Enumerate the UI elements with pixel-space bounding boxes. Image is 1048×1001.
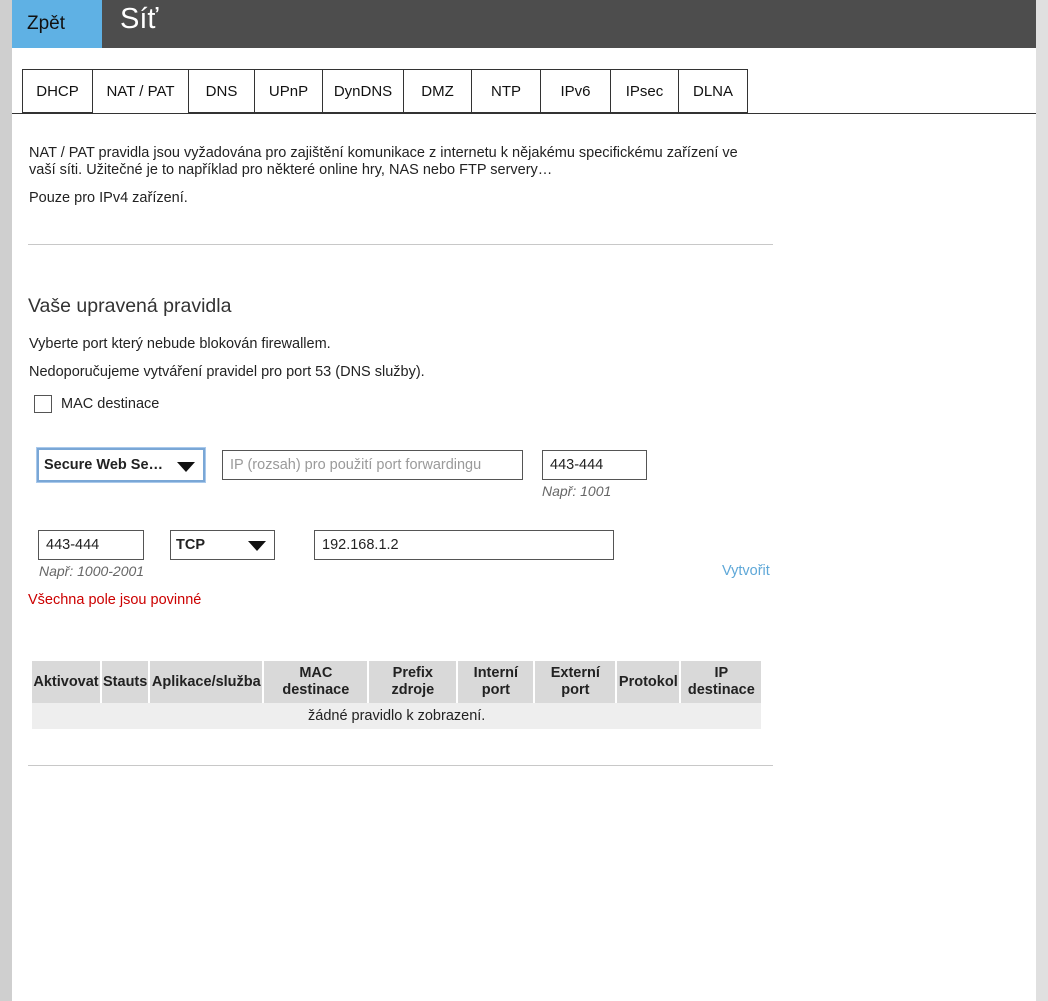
section-title: Vaše upravená pravidla: [28, 295, 232, 317]
tab-dmz[interactable]: DMZ: [403, 69, 471, 113]
tab-nat-pat[interactable]: NAT / PAT: [92, 69, 188, 114]
window-edge: [1036, 0, 1048, 1001]
table-row: žádné pravidlo k zobrazení.: [32, 703, 762, 729]
chevron-down-icon: [177, 462, 195, 472]
divider: [28, 244, 773, 245]
application-select-value: Secure Web Se…: [44, 457, 164, 473]
top-bar: Zpět Síť: [12, 0, 1036, 48]
mac-destination-label: MAC destinace: [61, 396, 160, 412]
column-header: MAC destinace: [264, 661, 368, 703]
protocol-select[interactable]: TCP: [170, 530, 275, 560]
internal-port-hint: Např: 1000-2001: [39, 563, 145, 579]
column-header: Externí port: [535, 661, 616, 703]
chevron-down-icon: [248, 541, 266, 551]
create-rule-link[interactable]: Vytvořit: [722, 563, 770, 579]
column-header: Aplikace/služba: [150, 661, 263, 703]
tab-ipv6[interactable]: IPv6: [540, 69, 610, 113]
tab-underline: [12, 113, 1036, 114]
external-port-input[interactable]: [542, 450, 647, 480]
required-fields-note: Všechna pole jsou povinné: [28, 592, 202, 608]
intro-text-2: vaší síti. Užitečné je to například pro …: [29, 162, 553, 178]
intro-text-1: NAT / PAT pravidla jsou vyžadována pro z…: [29, 145, 738, 161]
column-header: Interní port: [458, 661, 534, 703]
tab-upnp[interactable]: UPnP: [254, 69, 322, 113]
tab-dlna[interactable]: DLNA: [678, 69, 748, 113]
application-select[interactable]: Secure Web Se…: [37, 448, 205, 482]
external-port-hint: Např: 1001: [542, 483, 612, 499]
ip-range-input[interactable]: [222, 450, 523, 480]
mac-destination-checkbox[interactable]: [34, 395, 52, 413]
section-desc-1: Vyberte port který nebude blokován firew…: [29, 336, 331, 352]
section-desc-2: Nedoporučujeme vytváření pravidel pro po…: [29, 364, 425, 380]
column-header: Stauts: [102, 661, 149, 703]
tab-dyndns[interactable]: DynDNS: [322, 69, 403, 113]
empty-table-message: žádné pravidlo k zobrazení.: [32, 703, 762, 729]
internal-port-input[interactable]: [38, 530, 144, 560]
tab-bar: DHCP NAT / PAT DNS UPnP DynDNS DMZ NTP I…: [22, 69, 748, 114]
ip-destination-input[interactable]: [314, 530, 614, 560]
page-title: Síť: [120, 3, 159, 35]
column-header: Aktivovat: [32, 661, 100, 703]
rules-table: Aktivovat Stauts Aplikace/služba MAC des…: [30, 661, 763, 729]
tab-ntp[interactable]: NTP: [471, 69, 540, 113]
ipv4-note: Pouze pro IPv4 zařízení.: [29, 190, 188, 206]
column-header: IP destinace: [681, 661, 762, 703]
table-header-row: Aktivovat Stauts Aplikace/služba MAC des…: [32, 661, 762, 703]
protocol-select-value: TCP: [176, 537, 205, 553]
back-button[interactable]: Zpět: [12, 0, 102, 48]
divider: [28, 765, 773, 766]
column-header: Prefix zdroje: [369, 661, 457, 703]
tab-dns[interactable]: DNS: [188, 69, 254, 113]
tab-ipsec[interactable]: IPsec: [610, 69, 678, 113]
column-header: Protokol: [617, 661, 680, 703]
tab-dhcp[interactable]: DHCP: [22, 69, 92, 113]
